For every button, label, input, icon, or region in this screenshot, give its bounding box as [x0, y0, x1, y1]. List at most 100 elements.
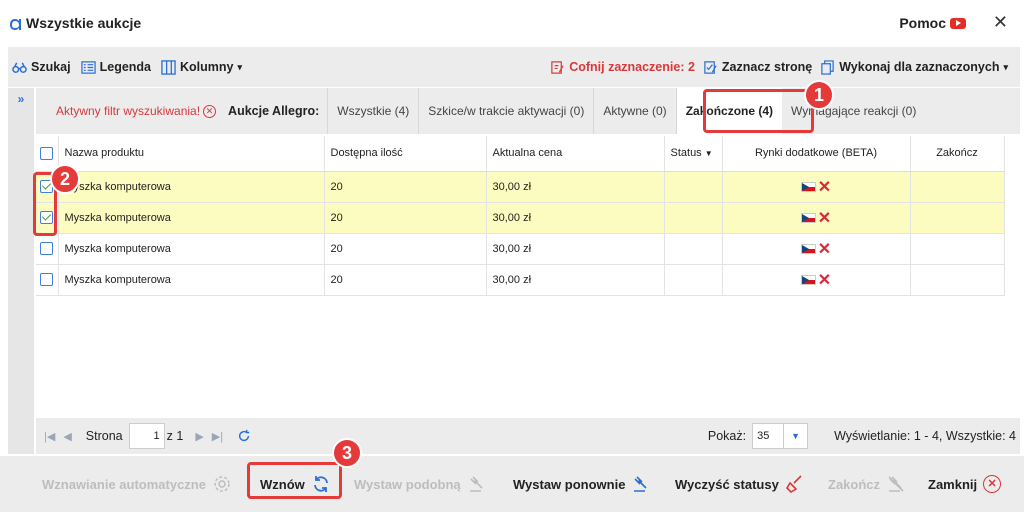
clear-filter-icon[interactable]: ✕ [203, 104, 217, 118]
quantity-cell: 20 [324, 171, 487, 203]
czech-flag-icon [800, 181, 816, 192]
column-header-status[interactable]: Status ▼ [664, 136, 723, 172]
clear-status-button[interactable]: Wyczyść statusy [675, 470, 805, 498]
list-similar-button[interactable]: Wystaw podobną [354, 470, 487, 498]
close-button[interactable]: Zamknij ✕ [928, 470, 1002, 498]
column-header-end[interactable]: Zakończ [910, 136, 1005, 172]
search-label: Szukaj [31, 60, 71, 74]
columns-label: Kolumny [180, 60, 234, 74]
columns-dropdown[interactable]: Kolumny ▾ [161, 59, 243, 75]
markets-cell: ✕ [722, 264, 911, 296]
select-all-checkbox[interactable] [40, 146, 54, 160]
auctions-table: Nazwa produktu Dostępna ilość Aktualna c… [36, 136, 1005, 296]
red-x-icon: ✕ [817, 271, 832, 289]
refresh-icon[interactable] [237, 429, 251, 443]
bulk-action-dropdown[interactable]: Wykonaj dla zaznaczonych ▾ [820, 59, 1008, 75]
end-auction-button[interactable]: Zakończ [828, 470, 906, 498]
filter-tabs-bar: Aktywny filtr wyszukiwania! ✕ Aukcje All… [36, 88, 1020, 134]
footer-actions: Wznawianie automatyczne Wznów Wystaw pod… [0, 456, 1024, 512]
close-window-button[interactable]: ✕ [993, 12, 1008, 33]
columns-icon [161, 59, 176, 75]
select-page-button[interactable]: Zaznacz stronę [703, 60, 812, 75]
help-button[interactable]: Pomoc [899, 15, 966, 31]
product-name-cell: Myszka komputerowa [58, 264, 325, 296]
list-similar-label: Wystaw podobną [354, 476, 461, 492]
step-badge-3: 3 [332, 438, 362, 468]
highlight-ended-tab [703, 89, 814, 133]
select-page-label: Zaznacz stronę [721, 60, 813, 74]
row-checkbox-cell [36, 264, 59, 296]
table-row[interactable]: Myszka komputerowa 20 30,00 zł ✕ [36, 202, 1005, 234]
chevron-down-icon: ▾ [237, 61, 243, 72]
allegro-group-label: Aukcje Allegro: [228, 104, 320, 118]
red-x-icon: ✕ [817, 178, 832, 196]
side-panel-toggle[interactable]: » [8, 88, 34, 454]
table-row[interactable]: Myszka komputerowa 20 30,00 zł ✕ [36, 233, 1005, 265]
legend-button[interactable]: Legenda [80, 60, 152, 75]
expand-icon: » [17, 92, 25, 106]
markets-cell: ✕ [722, 233, 911, 265]
select-page-icon [704, 60, 717, 74]
first-page-icon[interactable]: |◀ [44, 430, 55, 443]
records-count: Wyświetlanie: 1 - 4, Wszystkie: 4 [834, 429, 1016, 443]
list-icon [80, 60, 96, 74]
tab-drafts[interactable]: Szkice/w trakcie aktywacji (0) [418, 88, 593, 134]
status-cell [664, 202, 723, 234]
window-title: Wszystkie aukcje [26, 15, 142, 31]
undo-selection-button[interactable]: Cofnij zaznaczenie: 2 [550, 60, 695, 75]
czech-flag-icon [800, 212, 816, 223]
row-checkbox[interactable] [40, 242, 54, 255]
product-name-cell: Myszka komputerowa [58, 171, 325, 203]
auto-renew-button[interactable]: Wznawianie automatyczne [42, 470, 232, 498]
price-cell: 30,00 zł [486, 233, 665, 265]
gavel-off-icon [888, 476, 904, 492]
column-header-quantity[interactable]: Dostępna ilość [324, 136, 487, 172]
quantity-cell: 20 [324, 264, 487, 296]
legend-label: Legenda [99, 60, 152, 74]
auto-renew-label: Wznawianie automatyczne [42, 476, 206, 492]
relist-label: Wystaw ponownie [513, 476, 626, 492]
last-page-icon[interactable]: ▶| [212, 430, 223, 443]
active-filter-label: Aktywny filtr wyszukiwania! [56, 104, 201, 118]
table-row[interactable]: Myszka komputerowa 20 30,00 zł ✕ [36, 171, 1005, 203]
column-header-markets[interactable]: Rynki dodatkowe (BETA) [722, 136, 911, 172]
active-filter-indicator[interactable]: Aktywny filtr wyszukiwania! ✕ [56, 104, 217, 118]
tab-all[interactable]: Wszystkie (4) [327, 88, 418, 134]
end-cell [910, 171, 1005, 203]
gavel-icon [634, 476, 648, 492]
toolbar: Szukaj Legenda Kolumny ▾ Cofnij zaznacze… [8, 47, 1020, 87]
next-page-icon[interactable]: ▶ [195, 430, 203, 443]
help-label: Pomoc [899, 15, 946, 31]
bulk-action-label: Wykonaj dla zaznaczonych [839, 60, 1000, 74]
end-cell [910, 233, 1005, 265]
product-name-cell: Myszka komputerowa [58, 233, 325, 265]
search-button[interactable]: Szukaj [12, 60, 71, 75]
status-header-label: Status [670, 147, 702, 160]
page-label: Strona [85, 429, 123, 443]
app-logo-icon [10, 19, 21, 30]
tab-active[interactable]: Aktywne (0) [593, 88, 675, 134]
column-header-name[interactable]: Nazwa produktu [58, 136, 325, 172]
page-number-input[interactable]: 1 [128, 423, 165, 449]
step-badge-1: 1 [804, 80, 834, 110]
prev-page-icon[interactable]: ◀ [63, 430, 71, 443]
relist-button[interactable]: Wystaw ponownie [513, 470, 651, 498]
chevron-down-icon: ▼ [783, 424, 807, 448]
quantity-cell: 20 [324, 233, 487, 265]
red-x-icon: ✕ [817, 240, 832, 258]
page-size-select[interactable]: 35 ▼ [752, 423, 809, 449]
chevron-down-icon: ▾ [1003, 61, 1008, 72]
red-x-icon: ✕ [817, 209, 832, 227]
broom-icon [785, 475, 802, 494]
czech-flag-icon [800, 274, 816, 285]
row-checkbox[interactable] [40, 273, 54, 286]
column-header-price[interactable]: Aktualna cena [486, 136, 665, 172]
product-name-cell: Myszka komputerowa [58, 202, 325, 234]
page-size-value: 35 [757, 430, 770, 442]
quantity-cell: 20 [324, 202, 487, 234]
table-row[interactable]: Myszka komputerowa 20 30,00 zł ✕ [36, 264, 1005, 296]
show-label: Pokaż: [707, 429, 747, 443]
clear-status-label: Wyczyść statusy [675, 476, 779, 492]
select-all-cell [36, 136, 59, 172]
end-label: Zakończ [828, 476, 881, 492]
